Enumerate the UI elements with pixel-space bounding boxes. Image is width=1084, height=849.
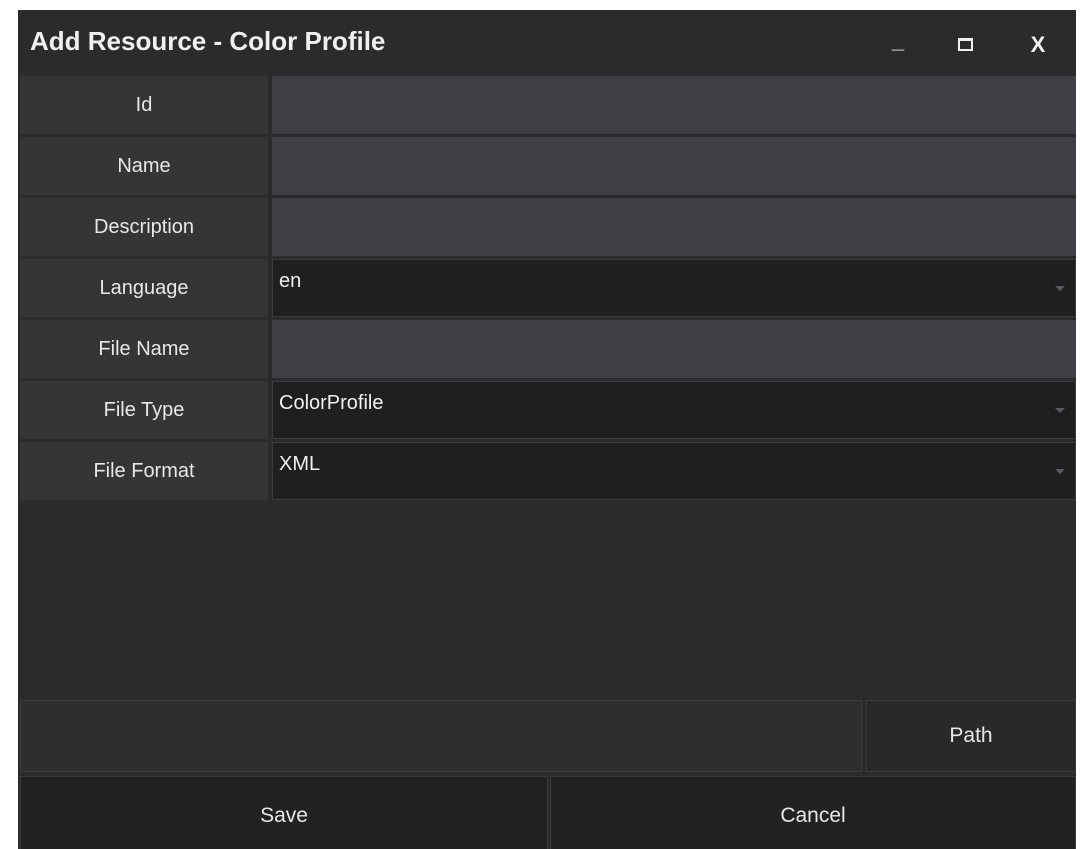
maximize-button[interactable] [945, 28, 985, 62]
resource-form: Id Name Description Language en File Nam… [18, 76, 1076, 503]
row-id: Id [18, 76, 1076, 134]
file-type-value: ColorProfile [279, 392, 384, 414]
path-row: Path [18, 700, 1076, 772]
row-file-name: File Name [18, 320, 1076, 378]
path-button[interactable]: Path [866, 700, 1076, 772]
language-select[interactable]: en [272, 259, 1076, 317]
file-format-value: XML [279, 453, 321, 475]
id-input[interactable] [272, 76, 1076, 134]
chevron-down-icon [1055, 286, 1065, 291]
row-file-format: File Format XML [18, 442, 1076, 500]
name-label: Name [20, 137, 270, 195]
row-description: Description [18, 198, 1076, 256]
title-bar[interactable]: Add Resource - Color Profile _ X [18, 10, 1076, 76]
language-value: en [279, 270, 302, 292]
path-input[interactable] [20, 700, 862, 772]
description-label: Description [20, 198, 270, 256]
row-language: Language en [18, 259, 1076, 317]
id-label: Id [20, 76, 270, 134]
add-resource-dialog: Add Resource - Color Profile _ X Id Name… [18, 10, 1076, 849]
close-button[interactable]: X [1018, 28, 1058, 62]
description-input[interactable] [272, 198, 1076, 256]
file-name-label: File Name [20, 320, 270, 378]
language-label: Language [20, 259, 270, 317]
row-file-type: File Type ColorProfile [18, 381, 1076, 439]
window-title: Add Resource - Color Profile [30, 26, 386, 56]
chevron-down-icon [1055, 408, 1065, 413]
row-name: Name [18, 137, 1076, 195]
action-bar: Save Cancel [18, 776, 1076, 849]
cancel-button[interactable]: Cancel [550, 776, 1076, 849]
name-input[interactable] [272, 137, 1076, 195]
file-type-select[interactable]: ColorProfile [272, 381, 1076, 439]
file-format-label: File Format [20, 442, 270, 500]
file-type-label: File Type [20, 381, 270, 439]
chevron-down-icon [1055, 469, 1065, 474]
minimize-button[interactable]: _ [878, 24, 918, 58]
file-format-select[interactable]: XML [272, 442, 1076, 500]
file-name-input[interactable] [272, 320, 1076, 378]
save-button[interactable]: Save [20, 776, 548, 849]
maximize-icon [957, 38, 973, 52]
